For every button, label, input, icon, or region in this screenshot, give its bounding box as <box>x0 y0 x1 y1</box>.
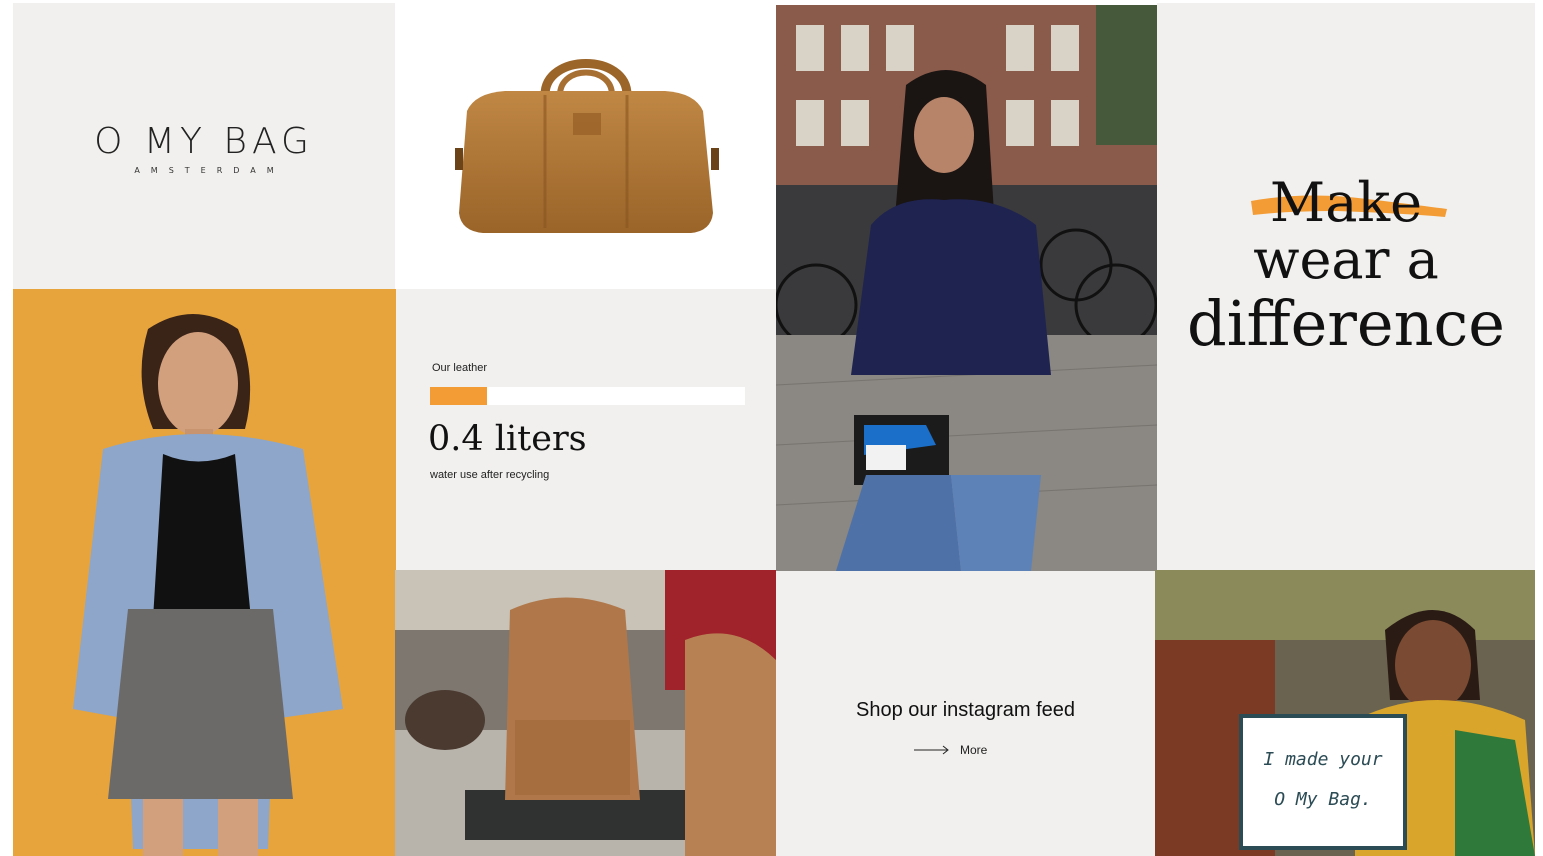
arrow-right-icon <box>914 745 949 755</box>
workshop-backpack-photo[interactable] <box>395 570 776 856</box>
artisan-illustration: I made your O My Bag. <box>1155 570 1535 856</box>
stats-value: 0.4 liters <box>428 419 587 459</box>
street-style-photo[interactable] <box>776 5 1157 571</box>
portrait-illustration <box>13 289 396 856</box>
instagram-feed-tile: Shop our instagram feed More <box>776 571 1155 856</box>
instagram-more-link[interactable]: More <box>914 743 987 757</box>
artisan-photo[interactable]: I made your O My Bag. <box>1155 570 1535 856</box>
slogan-tile: Make wear a difference <box>1157 3 1535 570</box>
instagram-title: Shop our instagram feed <box>855 699 1076 721</box>
denim-jacket-portrait[interactable] <box>13 289 396 856</box>
leather-bag-illustration <box>455 59 719 233</box>
slogan-struck-word: Make <box>1269 171 1423 234</box>
water-use-progress-bar <box>430 387 745 405</box>
sign-line-2: O My Bag. <box>1274 789 1372 810</box>
brand-logo-tile[interactable]: O MY BAG AMSTERDAM <box>13 3 395 289</box>
stats-caption: water use after recycling <box>430 469 550 481</box>
progress-bar-fill <box>430 387 487 405</box>
street-photo-illustration <box>776 5 1157 571</box>
brand-logo-name: O MY BAG <box>94 121 314 162</box>
brand-logo-city: AMSTERDAM <box>134 166 285 175</box>
sign-line-1: I made your <box>1263 749 1382 770</box>
workshop-illustration <box>395 570 776 856</box>
stats-label: Our leather <box>432 362 488 374</box>
leather-stats-tile: Our leather 0.4 liters water use after r… <box>396 289 776 570</box>
weekender-bag-image[interactable] <box>395 3 776 289</box>
slogan-line-2: wear a <box>1253 228 1439 291</box>
slogan-line-3: difference <box>1187 287 1505 360</box>
more-label: More <box>960 743 988 757</box>
